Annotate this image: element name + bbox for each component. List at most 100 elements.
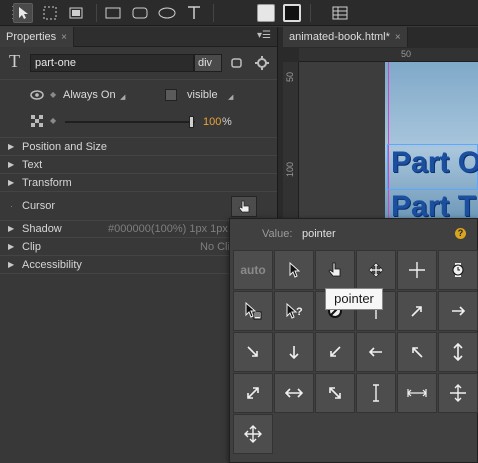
display-dropdown[interactable]: visible: [187, 89, 218, 101]
cursor-option-row-resize[interactable]: [438, 373, 478, 413]
keyframe-diamond-icon[interactable]: ◆: [50, 116, 56, 125]
tab-document-label: animated-book.html*: [289, 31, 390, 43]
se-arrow-icon: [247, 346, 258, 357]
cursor-option-pointer[interactable]: [315, 250, 355, 290]
cursor-option-nw-resize[interactable]: [397, 332, 437, 372]
selection-tool-icon[interactable]: [13, 3, 33, 23]
move-cursor-icon: [368, 262, 384, 278]
section-cursor: · Cursor: [0, 196, 277, 220]
col-resize-icon: [407, 389, 427, 397]
element-id-input[interactable]: [30, 54, 194, 72]
row-resize-icon: [450, 384, 466, 402]
cursor-option-nesw-resize[interactable]: [233, 373, 273, 413]
all-scroll-icon: [244, 425, 262, 443]
cursor-option-nwse-resize[interactable]: [315, 373, 355, 413]
cursor-option-w-resize[interactable]: [356, 332, 396, 372]
cursor-option-wait[interactable]: [438, 250, 478, 290]
text-element-icon: T: [9, 51, 20, 71]
stage-text-part-one[interactable]: Part O: [391, 146, 478, 180]
opacity-row: ◆ 100 %: [0, 110, 277, 134]
cursor-option-e-resize[interactable]: [438, 291, 478, 331]
ruler-label: 50: [401, 49, 412, 59]
cursor-tooltip: pointer: [325, 288, 383, 310]
tab-properties-label: Properties: [6, 31, 57, 43]
nw-arrow-icon: [412, 347, 423, 358]
tools-toolbar: [0, 0, 478, 26]
crosshair-cursor-icon: [409, 262, 425, 278]
section-transform[interactable]: ▶ Transform: [0, 174, 277, 192]
bullet-icon: ·: [10, 201, 13, 211]
fill-color-swatch[interactable]: [256, 3, 276, 23]
element-id-row: T div: [0, 47, 277, 79]
value-label: Value:: [262, 228, 293, 240]
cursor-option-move[interactable]: [356, 250, 396, 290]
rectangle-tool-icon[interactable]: [103, 3, 123, 23]
crop-tool-icon[interactable]: [66, 3, 86, 23]
help-cursor-icon: ?: [286, 303, 303, 319]
cursor-option-auto[interactable]: auto: [233, 250, 273, 290]
dropdown-arrow-icon: ◢: [228, 94, 234, 101]
cursor-option-all-scroll[interactable]: [233, 414, 273, 454]
opacity-slider-handle[interactable]: [189, 116, 194, 128]
watch-cursor-icon: [452, 263, 464, 277]
ruler-top: 50: [299, 48, 478, 62]
cursor-option-context-menu[interactable]: [233, 291, 273, 331]
cursor-picker-popup: Value: pointer ? auto ?: [229, 218, 478, 463]
app-window: Properties × ▾☰ T div ◆ Always On: [0, 0, 478, 463]
arrow-cursor-icon: [289, 262, 300, 278]
dropdown-arrow-icon: ◢: [120, 94, 126, 101]
section-position-size[interactable]: ▶ Position and Size: [0, 138, 277, 156]
hand-pointer-icon: [328, 262, 341, 277]
help-icon[interactable]: ?: [455, 228, 466, 239]
tab-document[interactable]: animated-book.html* ×: [283, 27, 408, 47]
close-icon[interactable]: ×: [395, 32, 401, 43]
cursor-option-ne-resize[interactable]: [397, 291, 437, 331]
ew-resize-icon: [285, 388, 303, 398]
tag-select[interactable]: div: [194, 54, 222, 72]
visibility-row: ◆ Always On ◢ visible ◢: [0, 84, 277, 108]
context-menu-cursor-icon: [245, 302, 262, 320]
s-arrow-icon: [289, 346, 299, 360]
nwse-resize-icon: [329, 387, 341, 399]
opacity-value[interactable]: 100: [203, 116, 221, 128]
cursor-option-s-resize[interactable]: [274, 332, 314, 372]
visibility-mode-dropdown[interactable]: Always On: [63, 89, 116, 101]
eye-icon: [30, 88, 44, 105]
expand-arrow-icon: ▶: [8, 160, 15, 169]
text-tool-icon[interactable]: [184, 3, 204, 23]
hand-pointer-icon: [238, 200, 250, 212]
tab-properties[interactable]: Properties ×: [0, 27, 74, 47]
rounded-rectangle-tool-icon[interactable]: [130, 3, 150, 23]
cursor-option-se-resize[interactable]: [233, 332, 273, 372]
gear-icon[interactable]: [254, 55, 270, 74]
expand-arrow-icon: ▶: [8, 224, 15, 233]
expand-arrow-icon: ▶: [8, 242, 15, 251]
display-checkbox[interactable]: [165, 89, 177, 101]
panel-menu-icon[interactable]: ▾☰: [257, 30, 271, 41]
opacity-icon: [30, 114, 44, 131]
cursor-option-col-resize[interactable]: [397, 373, 437, 413]
cursor-option-sw-resize[interactable]: [315, 332, 355, 372]
ellipse-tool-icon[interactable]: [157, 3, 177, 23]
cursor-picker-button[interactable]: [231, 196, 257, 217]
cursor-option-ns-resize[interactable]: [438, 332, 478, 372]
cursor-option-default[interactable]: [274, 250, 314, 290]
close-icon[interactable]: ×: [61, 32, 67, 43]
ne-arrow-icon: [411, 306, 422, 317]
sw-arrow-icon: [330, 346, 341, 357]
opacity-slider-track[interactable]: [65, 121, 195, 123]
text-cursor-icon: [373, 384, 379, 402]
subselection-tool-icon[interactable]: [40, 3, 60, 23]
cursor-option-ew-resize[interactable]: [274, 373, 314, 413]
cursor-option-help[interactable]: ?: [274, 291, 314, 331]
link-icon[interactable]: [230, 56, 244, 73]
svg-text:?: ?: [296, 306, 303, 318]
keyframe-diamond-icon[interactable]: ◆: [50, 90, 56, 99]
ruler-label: 100: [285, 162, 295, 178]
cursor-option-crosshair[interactable]: [397, 250, 437, 290]
cursor-option-text[interactable]: [356, 373, 396, 413]
stroke-color-swatch[interactable]: [282, 3, 302, 23]
grid-layout-icon[interactable]: [330, 3, 350, 23]
w-arrow-icon: [368, 347, 382, 357]
section-text[interactable]: ▶ Text: [0, 156, 277, 174]
